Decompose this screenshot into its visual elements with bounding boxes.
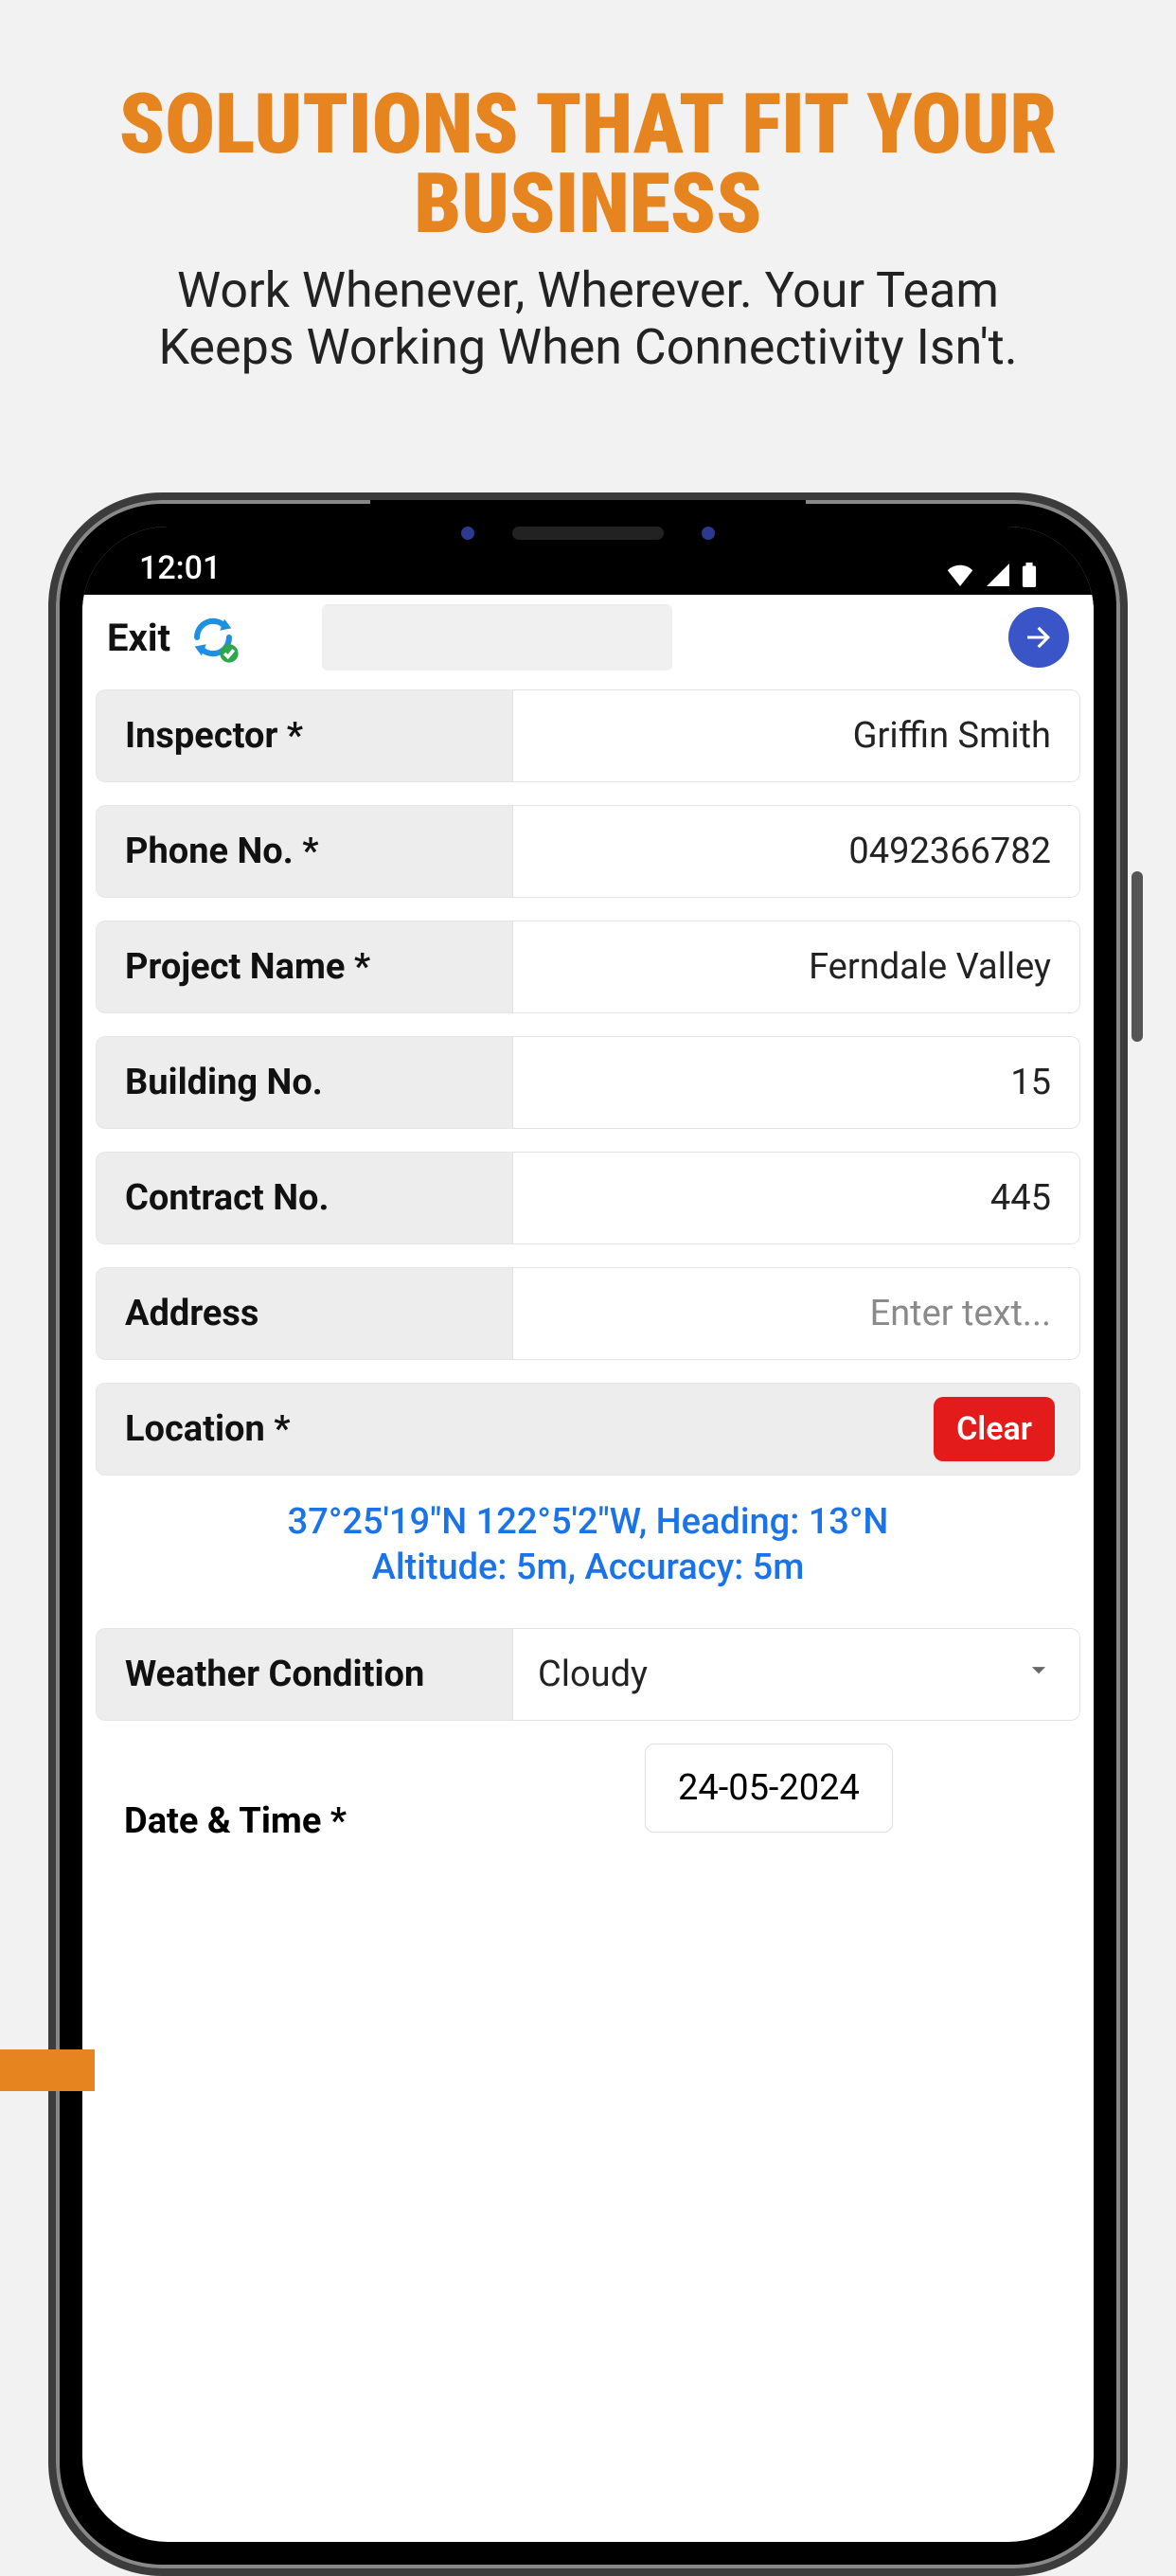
building-input[interactable]: 15	[512, 1036, 1080, 1129]
phone-screen: 12:01 Exit	[82, 527, 1094, 2542]
weather-field: Weather Condition Cloudy	[96, 1628, 1080, 1721]
phone-frame: 12:01 Exit	[48, 492, 1128, 2576]
building-label: Building No.	[96, 1036, 512, 1129]
date-input[interactable]: 24-05-2024	[645, 1744, 893, 1833]
inspector-field: Inspector * Griffin Smith	[96, 689, 1080, 782]
weather-value: Cloudy	[538, 1654, 1023, 1695]
battery-icon	[1022, 563, 1037, 587]
phone-side-button	[1131, 871, 1143, 1042]
signal-icon	[986, 564, 1010, 586]
project-label: Project Name *	[96, 921, 512, 1013]
location-label: Location *	[125, 1408, 934, 1450]
next-button[interactable]	[1008, 607, 1069, 668]
phone-field: Phone No. * 0492366782	[96, 805, 1080, 898]
contract-input[interactable]: 445	[512, 1152, 1080, 1244]
title-placeholder	[322, 604, 672, 671]
location-line2: Altitude: 5m, Accuracy: 5m	[134, 1546, 1042, 1591]
exit-button[interactable]: Exit	[107, 616, 170, 660]
building-field: Building No. 15	[96, 1036, 1080, 1129]
accent-bar	[0, 2049, 95, 2091]
datetime-label: Date & Time *	[96, 1744, 626, 1842]
weather-select[interactable]: Cloudy	[512, 1628, 1080, 1721]
address-label: Address	[96, 1267, 512, 1360]
project-field: Project Name * Ferndale Valley	[96, 921, 1080, 1013]
phone-input[interactable]: 0492366782	[512, 805, 1080, 898]
arrow-right-icon	[1022, 620, 1056, 654]
chevron-down-icon	[1023, 1654, 1055, 1695]
marketing-headline: SOLUTIONS THAT FIT YOUR BUSINESS	[0, 0, 1176, 243]
contract-field: Contract No. 445	[96, 1152, 1080, 1244]
inspector-label: Inspector *	[96, 689, 512, 782]
status-time: 12:01	[139, 549, 221, 587]
app-top-bar: Exit	[82, 595, 1094, 680]
clear-button[interactable]: Clear	[934, 1397, 1055, 1461]
sync-icon[interactable]	[186, 610, 241, 665]
weather-label: Weather Condition	[96, 1628, 512, 1721]
location-field: Location * Clear	[96, 1383, 1080, 1476]
marketing-subhead: Work Whenever, Wherever. Your Team Keeps…	[0, 262, 1176, 376]
inspector-input[interactable]: Griffin Smith	[512, 689, 1080, 782]
phone-label: Phone No. *	[96, 805, 512, 898]
contract-label: Contract No.	[96, 1152, 512, 1244]
location-line1: 37°25'19"N 122°5'2"W, Heading: 13°N	[134, 1500, 1042, 1546]
location-readout: 37°25'19"N 122°5'2"W, Heading: 13°N Alti…	[96, 1489, 1080, 1628]
form: Inspector * Griffin Smith Phone No. * 04…	[82, 680, 1094, 1842]
project-input[interactable]: Ferndale Valley	[512, 921, 1080, 1013]
wifi-icon	[946, 564, 974, 586]
address-field: Address Enter text...	[96, 1267, 1080, 1360]
status-icons	[946, 563, 1037, 587]
datetime-field: Date & Time * 24-05-2024	[96, 1744, 1080, 1842]
address-input[interactable]: Enter text...	[512, 1267, 1080, 1360]
phone-notch	[370, 500, 806, 566]
